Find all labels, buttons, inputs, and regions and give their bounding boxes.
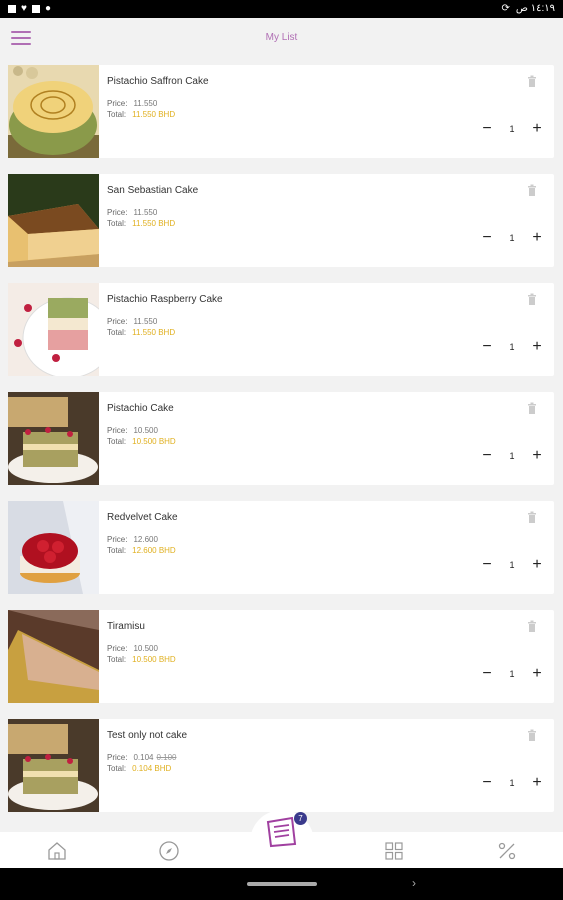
- decrease-button[interactable]: −: [480, 121, 494, 137]
- grid-icon[interactable]: [383, 840, 405, 862]
- heart-icon: ♥: [21, 3, 27, 14]
- trash-icon[interactable]: [527, 402, 537, 414]
- quantity-stepper: − 1 +: [480, 121, 544, 137]
- pistachio-saffron-cake-photo: [8, 65, 99, 158]
- item-total: Total: 0.104 BHD: [107, 764, 172, 773]
- list-item[interactable]: San Sebastian Cake Price: 11.550 Total: 11…: [8, 174, 554, 267]
- status-bar: ♥ ● ⟳ ١٤:١٩ ص: [0, 0, 563, 18]
- list-item[interactable]: Pistachio Raspberry Cake Price: 11.550 To…: [8, 283, 554, 376]
- whatsapp-icon: ●: [44, 3, 51, 14]
- quantity-value: 1: [509, 233, 515, 243]
- quantity-value: 1: [509, 778, 515, 788]
- home-gesture-bar[interactable]: [247, 882, 317, 886]
- quantity-value: 1: [509, 560, 515, 570]
- decrease-button[interactable]: −: [480, 339, 494, 355]
- quantity-stepper: − 1 +: [480, 339, 544, 355]
- trash-icon[interactable]: [527, 75, 537, 87]
- sync-icon: ⟳: [501, 3, 510, 14]
- item-total: Total: 11.550 BHD: [107, 219, 176, 228]
- item-name: Test only not cake: [107, 730, 188, 741]
- increase-button[interactable]: +: [530, 666, 544, 682]
- status-icons-right: ⟳ ١٤:١٩ ص: [501, 3, 555, 14]
- quantity-stepper: − 1 +: [480, 557, 544, 573]
- list-item[interactable]: Pistachio Saffron Cake Price: 11.550 Tota…: [8, 65, 554, 158]
- increase-button[interactable]: +: [530, 230, 544, 246]
- old-price: 0.100: [156, 753, 177, 762]
- app-icon: [31, 4, 40, 13]
- percent-icon[interactable]: [496, 840, 518, 862]
- explore-icon[interactable]: [158, 840, 180, 862]
- system-nav-bar: ›: [0, 868, 563, 900]
- item-price: Price: 0.104 0.100: [107, 753, 177, 762]
- notification-icon: [8, 4, 16, 13]
- list-item[interactable]: Pistachio Cake Price: 10.500 Total: 10.500…: [8, 392, 554, 485]
- decrease-button[interactable]: −: [480, 230, 494, 246]
- pistachio-raspberry-cake-photo: [8, 283, 99, 376]
- trash-icon[interactable]: [527, 620, 537, 632]
- increase-button[interactable]: +: [530, 775, 544, 791]
- app-header: My List: [0, 18, 563, 60]
- quantity-value: 1: [509, 124, 515, 134]
- trash-icon[interactable]: [527, 293, 537, 305]
- quantity-stepper: − 1 +: [480, 775, 544, 791]
- quantity-stepper: − 1 +: [480, 666, 544, 682]
- trash-icon[interactable]: [527, 511, 537, 523]
- page-title: My List: [265, 32, 298, 43]
- decrease-button[interactable]: −: [480, 775, 494, 791]
- item-total: Total: 11.550 BHD: [107, 328, 176, 337]
- item-name: Redvelvet Cake: [107, 512, 178, 523]
- item-price: Price: 11.550: [107, 208, 158, 217]
- status-time: ١٤:١٩ ص: [515, 3, 555, 14]
- quantity-value: 1: [509, 342, 515, 352]
- test-item-photo: [8, 719, 99, 812]
- increase-button[interactable]: +: [530, 339, 544, 355]
- increase-button[interactable]: +: [530, 121, 544, 137]
- cart-badge: 7: [294, 812, 307, 825]
- decrease-button[interactable]: −: [480, 448, 494, 464]
- item-price: Price: 12.600: [107, 535, 158, 544]
- quantity-value: 1: [509, 669, 515, 679]
- status-icons-left: ♥ ●: [8, 3, 51, 14]
- item-name: Pistachio Saffron Cake: [107, 76, 209, 87]
- redvelvet-cake-photo: [8, 501, 99, 594]
- item-total: Total: 12.600 BHD: [107, 546, 176, 555]
- my-list: Pistachio Saffron Cake Price: 11.550 Tota…: [8, 65, 554, 828]
- item-price: Price: 10.500: [107, 644, 158, 653]
- list-item[interactable]: Test only not cake Price: 0.104 0.100 Tota…: [8, 719, 554, 812]
- item-price: Price: 11.550: [107, 317, 158, 326]
- item-name: Pistachio Cake: [107, 403, 174, 414]
- list-item[interactable]: Tiramisu Price: 10.500 Total: 10.500 BHD −…: [8, 610, 554, 703]
- item-total: Total: 10.500 BHD: [107, 437, 176, 446]
- decrease-button[interactable]: −: [480, 666, 494, 682]
- chevron-right-icon[interactable]: ›: [412, 876, 416, 890]
- quantity-stepper: − 1 +: [480, 230, 544, 246]
- quantity-value: 1: [509, 451, 515, 461]
- tiramisu-photo: [8, 610, 99, 703]
- decrease-button[interactable]: −: [480, 557, 494, 573]
- increase-button[interactable]: +: [530, 448, 544, 464]
- list-item[interactable]: Redvelvet Cake Price: 12.600 Total: 12.600…: [8, 501, 554, 594]
- increase-button[interactable]: +: [530, 557, 544, 573]
- trash-icon[interactable]: [527, 729, 537, 741]
- item-total: Total: 11.550 BHD: [107, 110, 176, 119]
- quantity-stepper: − 1 +: [480, 448, 544, 464]
- item-price: Price: 10.500: [107, 426, 158, 435]
- pistachio-cake-photo: [8, 392, 99, 485]
- home-icon[interactable]: [46, 840, 68, 862]
- item-name: Tiramisu: [107, 621, 145, 632]
- trash-icon[interactable]: [527, 184, 537, 196]
- item-price: Price: 11.550: [107, 99, 158, 108]
- item-name: San Sebastian Cake: [107, 185, 199, 196]
- item-name: Pistachio Raspberry Cake: [107, 294, 223, 305]
- san-sebastian-cake-photo: [8, 174, 99, 267]
- item-total: Total: 10.500 BHD: [107, 655, 176, 664]
